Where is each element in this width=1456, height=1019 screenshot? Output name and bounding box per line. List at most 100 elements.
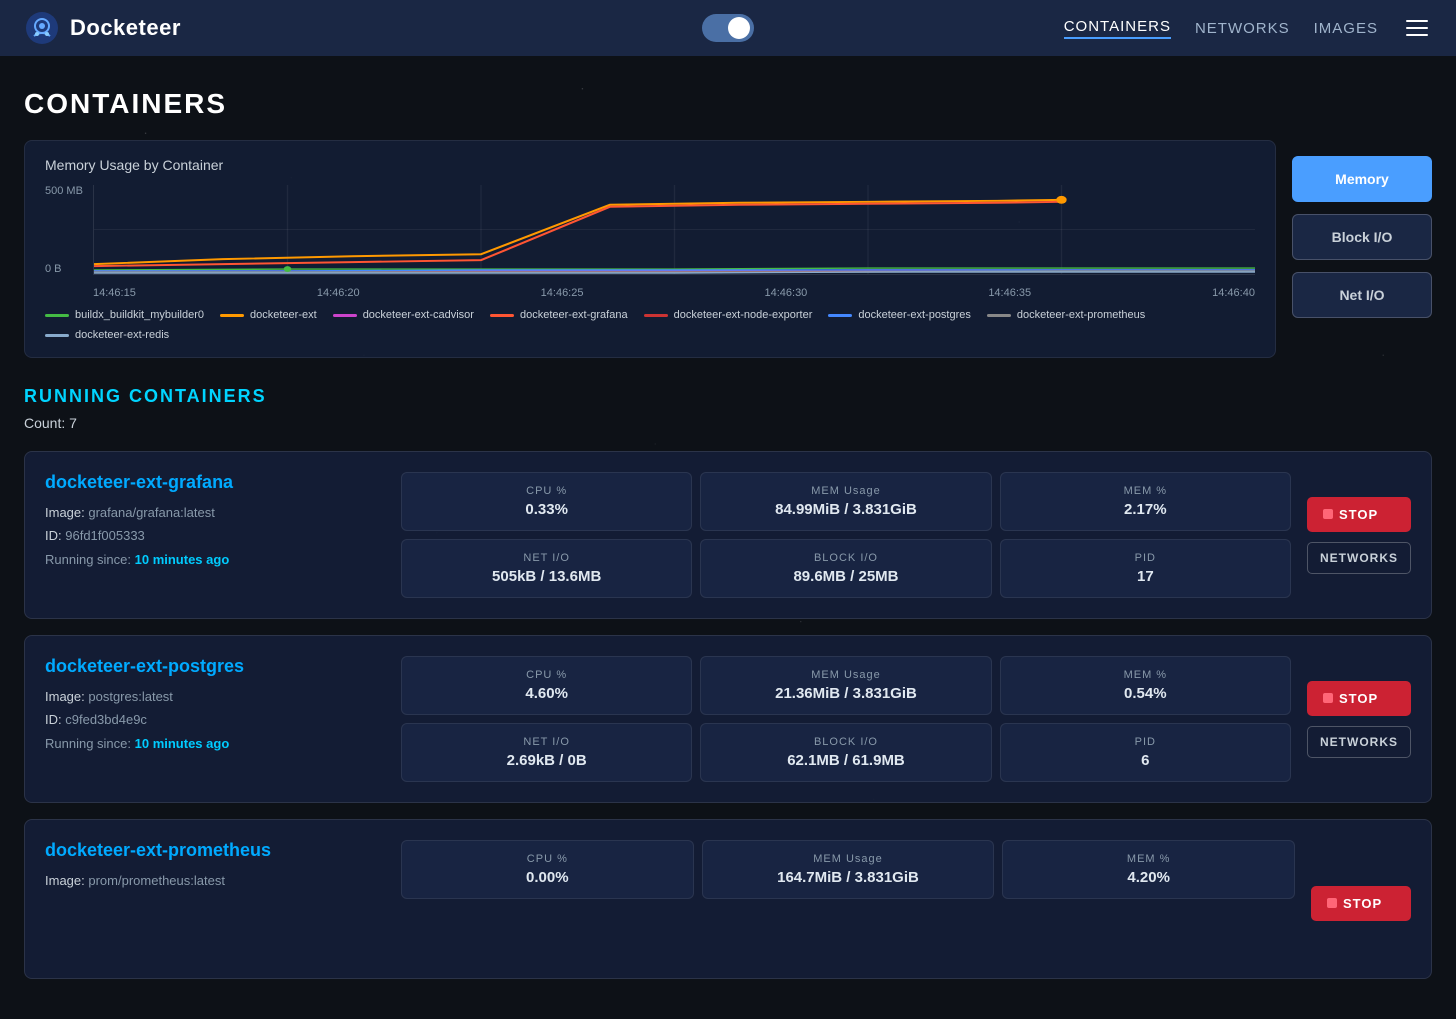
legend-label-6: docketeer-ext-prometheus: [1017, 309, 1145, 321]
stat-cpu-prometheus: CPU % 0.00%: [401, 840, 694, 899]
container-info-grafana: docketeer-ext-grafana Image: grafana/gra…: [45, 472, 385, 598]
legend-label-5: docketeer-ext-postgres: [858, 309, 971, 321]
legend-color-3: [490, 314, 514, 317]
legend-item-3: docketeer-ext-grafana: [490, 309, 628, 321]
chart-svg: [94, 185, 1255, 274]
stat-pid-value-postgres: 6: [1015, 752, 1276, 769]
stat-block-postgres: BLOCK I/O 62.1MB / 61.9MB: [700, 723, 991, 782]
stat-mem-pct-grafana: MEM % 2.17%: [1000, 472, 1291, 531]
stat-block-value-grafana: 89.6MB / 25MB: [715, 568, 976, 585]
stat-mem-usage-postgres: MEM Usage 21.36MiB / 3.831GiB: [700, 656, 991, 715]
stat-memp-value-prometheus: 4.20%: [1017, 869, 1280, 886]
stat-cpu-postgres: CPU % 4.60%: [401, 656, 692, 715]
stat-memp-value-postgres: 0.54%: [1015, 685, 1276, 702]
logo-text: Docketeer: [70, 15, 181, 41]
net-io-button[interactable]: Net I/O: [1292, 272, 1432, 318]
stat-mem-usage-grafana: MEM Usage 84.99MiB / 3.831GiB: [700, 472, 991, 531]
stop-icon-grafana: [1323, 509, 1333, 519]
x-label-1: 14:46:15: [93, 287, 136, 299]
x-label-4: 14:46:30: [764, 287, 807, 299]
container-name-prometheus: docketeer-ext-prometheus: [45, 840, 385, 861]
running-label-grafana: Running since:: [45, 552, 131, 567]
legend-color-2: [333, 314, 357, 317]
stats-grid-prometheus: CPU % 0.00% MEM Usage 164.7MiB / 3.831Gi…: [401, 840, 1295, 966]
stat-mem-value-prometheus: 164.7MiB / 3.831GiB: [717, 869, 980, 886]
stat-net-value-grafana: 505kB / 13.6MB: [416, 568, 677, 585]
networks-button-postgres[interactable]: NETWORKS: [1307, 726, 1411, 758]
chart-area: 500 MB 0 B: [45, 185, 1255, 275]
legend-item-6: docketeer-ext-prometheus: [987, 309, 1145, 321]
stat-pid-label-grafana: PID: [1015, 552, 1276, 564]
x-label-2: 14:46:20: [317, 287, 360, 299]
container-meta-postgres: Image: postgres:latest ID: c9fed3bd4e9c …: [45, 685, 385, 755]
stat-mem-pct-prometheus: MEM % 4.20%: [1002, 840, 1295, 899]
stop-button-postgres[interactable]: STOP: [1307, 681, 1411, 716]
stat-memp-value-grafana: 2.17%: [1015, 501, 1276, 518]
image-label-postgres: Image:: [45, 689, 85, 704]
image-value-grafana: grafana/grafana:latest: [88, 505, 214, 520]
stop-button-grafana[interactable]: STOP: [1307, 497, 1411, 532]
stop-icon-prometheus: [1327, 898, 1337, 908]
stat-pid-grafana: PID 17: [1000, 539, 1291, 598]
stats-grid-grafana: CPU % 0.33% MEM Usage 84.99MiB / 3.831Gi…: [401, 472, 1291, 598]
x-label-3: 14:46:25: [541, 287, 584, 299]
stat-block-label-postgres: BLOCK I/O: [715, 736, 976, 748]
stat-mem-usage-prometheus: MEM Usage 164.7MiB / 3.831GiB: [702, 840, 995, 899]
container-meta-prometheus: Image: prom/prometheus:latest: [45, 869, 385, 892]
main-content: CONTAINERS Memory Usage by Container 500…: [0, 56, 1456, 1019]
memory-button[interactable]: Memory: [1292, 156, 1432, 202]
container-info-postgres: docketeer-ext-postgres Image: postgres:l…: [45, 656, 385, 782]
nav-networks[interactable]: NETWORKS: [1195, 20, 1290, 37]
stop-label-postgres: STOP: [1339, 691, 1378, 706]
legend-color-4: [644, 314, 668, 317]
theme-toggle[interactable]: [702, 14, 754, 42]
stat-pid-value-grafana: 17: [1015, 568, 1276, 585]
image-label-grafana: Image:: [45, 505, 85, 520]
stat-memp-label-grafana: MEM %: [1015, 485, 1276, 497]
nav-images[interactable]: IMAGES: [1314, 20, 1378, 37]
stop-button-prometheus[interactable]: STOP: [1311, 886, 1411, 921]
stat-net-value-postgres: 2.69kB / 0B: [416, 752, 677, 769]
legend-item-7: docketeer-ext-redis: [45, 329, 169, 341]
stat-cpu-value-postgres: 4.60%: [416, 685, 677, 702]
page-title: CONTAINERS: [24, 88, 1432, 120]
image-value-postgres: postgres:latest: [88, 689, 173, 704]
stat-cpu-grafana: CPU % 0.33%: [401, 472, 692, 531]
stat-block-value-postgres: 62.1MB / 61.9MB: [715, 752, 976, 769]
legend-color-5: [828, 314, 852, 317]
legend-color-6: [987, 314, 1011, 317]
container-name-postgres: docketeer-ext-postgres: [45, 656, 385, 677]
stat-net-grafana: NET I/O 505kB / 13.6MB: [401, 539, 692, 598]
stop-label-grafana: STOP: [1339, 507, 1378, 522]
hamburger-line-3: [1406, 34, 1428, 36]
card-actions-grafana: STOP NETWORKS: [1307, 472, 1411, 598]
stat-memp-label-postgres: MEM %: [1015, 669, 1276, 681]
image-label-prometheus: Image:: [45, 873, 85, 888]
stat-mem-label-grafana: MEM Usage: [715, 485, 976, 497]
legend-color-7: [45, 334, 69, 337]
block-io-button[interactable]: Block I/O: [1292, 214, 1432, 260]
legend-item-0: buildx_buildkit_mybuilder0: [45, 309, 204, 321]
stat-cpu-value-grafana: 0.33%: [416, 501, 677, 518]
count-value: 7: [69, 415, 77, 431]
navbar: Docketeer CONTAINERS NETWORKS IMAGES: [0, 0, 1456, 56]
legend-item-4: docketeer-ext-node-exporter: [644, 309, 813, 321]
x-label-5: 14:46:35: [988, 287, 1031, 299]
id-label-grafana: ID:: [45, 528, 62, 543]
stat-cpu-label-grafana: CPU %: [416, 485, 677, 497]
legend-label-2: docketeer-ext-cadvisor: [363, 309, 474, 321]
networks-button-grafana[interactable]: NETWORKS: [1307, 542, 1411, 574]
hamburger-menu[interactable]: [1402, 16, 1432, 40]
stat-pid-label-postgres: PID: [1015, 736, 1276, 748]
legend-label-3: docketeer-ext-grafana: [520, 309, 628, 321]
chart-x-labels: 14:46:15 14:46:20 14:46:25 14:46:30 14:4…: [93, 283, 1255, 299]
chart-container: Memory Usage by Container 500 MB 0 B: [24, 140, 1276, 358]
nav-containers[interactable]: CONTAINERS: [1064, 18, 1171, 39]
running-label-postgres: Running since:: [45, 736, 131, 751]
card-actions-postgres: STOP NETWORKS: [1307, 656, 1411, 782]
stat-cpu-label-postgres: CPU %: [416, 669, 677, 681]
stat-block-grafana: BLOCK I/O 89.6MB / 25MB: [700, 539, 991, 598]
container-card-postgres: docketeer-ext-postgres Image: postgres:l…: [24, 635, 1432, 803]
running-since-postgres: 10 minutes ago: [135, 736, 230, 751]
container-name-grafana: docketeer-ext-grafana: [45, 472, 385, 493]
